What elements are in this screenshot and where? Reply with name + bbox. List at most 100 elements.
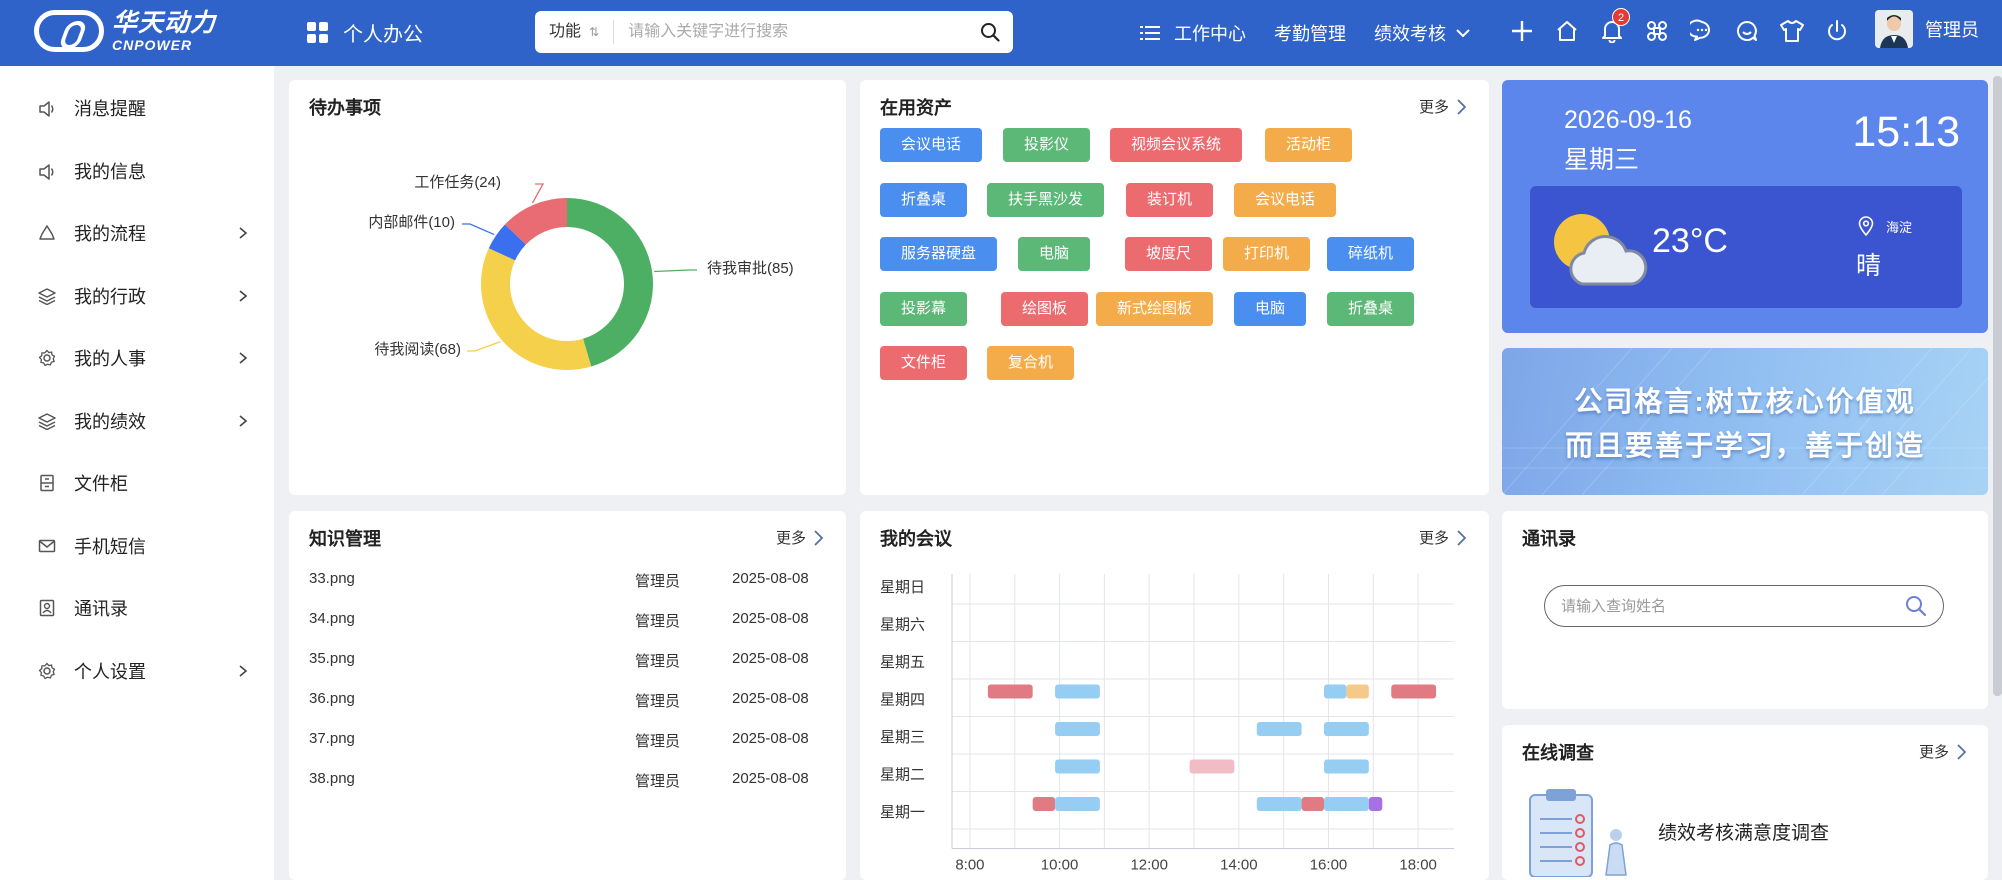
asset-tag[interactable]: 绘图板 [1001,291,1089,326]
cabinet-icon [40,474,54,492]
asset-tag[interactable]: 服务器硬盘 [880,237,998,271]
asset-tag[interactable]: 投影幕 [880,291,968,326]
meeting-bar[interactable] [1324,759,1369,774]
top-toolbar: 2 [1508,8,1868,46]
meeting-bar[interactable] [1346,684,1369,699]
list-item[interactable]: 38.png 管理员 2025-08-08 [309,764,841,794]
meeting-bar[interactable] [1055,684,1100,699]
asset-tag[interactable]: 投影仪 [1003,128,1091,162]
meeting-bar[interactable] [1032,797,1056,811]
doc-author: 管理员 [635,733,681,750]
asset-tag[interactable]: 打印机 [1223,237,1311,271]
assets-more-link[interactable]: 更多 [1419,96,1467,117]
survey-more-label: 更多 [1919,744,1950,761]
list-item[interactable]: 36.png 管理员 2025-08-08 [309,684,841,714]
sidebar-item[interactable]: 通讯录 [0,588,274,628]
logout-button[interactable] [1823,16,1851,46]
asset-tag[interactable]: 文件柜 [880,346,968,380]
meeting-bar[interactable] [1324,684,1347,699]
asset-tag[interactable]: 坡度尺 [1125,237,1213,271]
add-button[interactable] [1508,16,1536,46]
notifications-button[interactable]: 2 [1598,8,1630,46]
survey-item[interactable]: 绩效考核满意度调查 [1658,818,1829,845]
shortcuts-button[interactable] [1643,16,1671,46]
asset-tag[interactable]: 视频会议系统 [1110,128,1243,162]
weather-location[interactable]: 海淀 [1858,216,1912,236]
list-item[interactable]: 33.png 管理员 2025-08-08 [309,564,841,594]
meeting-bar[interactable] [1391,684,1437,699]
search-icon[interactable] [1905,595,1927,617]
meeting-bar[interactable] [987,684,1033,699]
meeting-bar[interactable] [1189,759,1235,774]
asset-tag[interactable]: 折叠桌 [1327,291,1415,326]
sidebar-item[interactable]: 消息提醒 [0,88,274,128]
support-button[interactable] [1733,16,1761,46]
search-button[interactable] [967,11,1013,53]
list-item[interactable]: 37.png 管理员 2025-08-08 [309,724,841,754]
home-button[interactable] [1553,16,1581,46]
sidebar-item[interactable]: 文件柜 [0,463,274,503]
meeting-bar[interactable] [1301,797,1325,811]
meeting-bar[interactable] [1055,722,1100,736]
sidebar-item[interactable]: 我的绩效 [0,401,274,441]
asset-tag[interactable]: 电脑 [1018,237,1091,271]
meeting-bar[interactable] [1324,722,1369,736]
assets-card: 在用资产 更多 会议电话 投影仪 视频会议系统 活动柜 折叠桌 扶手黑沙发 装订机 会议电话服… [860,80,1489,495]
meeting-bar[interactable] [1324,797,1369,811]
chevron-down-icon[interactable] [1456,28,1470,38]
survey-more-link[interactable]: 更多 [1919,741,1967,762]
list-item[interactable]: 35.png 管理员 2025-08-08 [309,644,841,674]
search-input[interactable] [614,23,967,41]
doc-name[interactable]: 33.png [309,570,355,587]
weather-condition: 晴 [1856,252,1882,280]
sidebar-item[interactable]: 我的流程 [0,213,274,253]
doc-author: 管理员 [635,613,681,630]
meeting-bar[interactable] [1055,797,1100,811]
doc-name[interactable]: 35.png [309,650,355,667]
doc-name[interactable]: 38.png [309,770,355,787]
asset-tag[interactable]: 装订机 [1126,182,1214,217]
knowledge-more-link[interactable]: 更多 [776,527,824,548]
survey-clipboard-icon [1529,789,1627,877]
asset-tag[interactable]: 碎纸机 [1327,237,1415,271]
messages-button[interactable] [1688,16,1716,46]
meeting-bar[interactable] [1256,797,1302,811]
contact-search-input[interactable] [1545,597,1905,615]
asset-tag[interactable]: 电脑 [1234,291,1307,326]
meeting-bar[interactable] [1368,797,1383,811]
asset-tag[interactable]: 会议电话 [880,128,983,162]
meeting-bar[interactable] [1256,722,1302,736]
asset-tag[interactable]: 折叠桌 [880,182,968,217]
x-tick-label: 10:00 [1041,857,1079,874]
user-menu[interactable]: 管理员 [1875,10,1979,48]
doc-name[interactable]: 34.png [309,610,355,627]
sidebar-item[interactable]: 手机短信 [0,526,274,566]
menu-work-center[interactable]: 工作中心 [1174,20,1246,46]
module-switcher[interactable]: 个人办公 [307,18,423,47]
menu-attendance[interactable]: 考勤管理 [1274,20,1346,46]
donut-slice[interactable] [481,248,592,370]
asset-tag[interactable]: 新式绘图板 [1096,291,1214,326]
sidebar-item[interactable]: 我的行政 [0,276,274,316]
brand-logo[interactable]: 华天动力 CNPOWER [34,10,216,52]
sidebar-item[interactable]: 我的信息 [0,151,274,191]
theme-button[interactable] [1778,16,1806,46]
doc-name[interactable]: 36.png [309,690,355,707]
meetings-card: 我的会议 更多 星期日 星期六 星期五 星期四 星期三 星期二 星期一 8:00 10:00 12… [860,511,1489,880]
page-scrollbar[interactable] [1993,76,2002,696]
asset-tag[interactable]: 复合机 [987,346,1075,380]
asset-tag[interactable]: 活动柜 [1265,128,1353,162]
sidebar-item[interactable]: 我的人事 [0,338,274,378]
menu-performance[interactable]: 绩效考核 [1374,20,1446,46]
sidebar-item[interactable]: 个人设置 [0,651,274,691]
search-scope-select[interactable]: 功能 ⇅ [535,20,615,44]
asset-tag[interactable]: 会议电话 [1234,182,1337,217]
weather-weekday: 星期三 [1564,146,1640,174]
day-label: 星期二 [880,767,925,784]
donut-leader-line [654,269,697,273]
meeting-bar[interactable] [1055,759,1100,774]
doc-name[interactable]: 37.png [309,730,355,747]
asset-tag[interactable]: 扶手黑沙发 [987,182,1105,217]
list-icon[interactable] [1140,24,1160,42]
list-item[interactable]: 34.png 管理员 2025-08-08 [309,604,841,634]
